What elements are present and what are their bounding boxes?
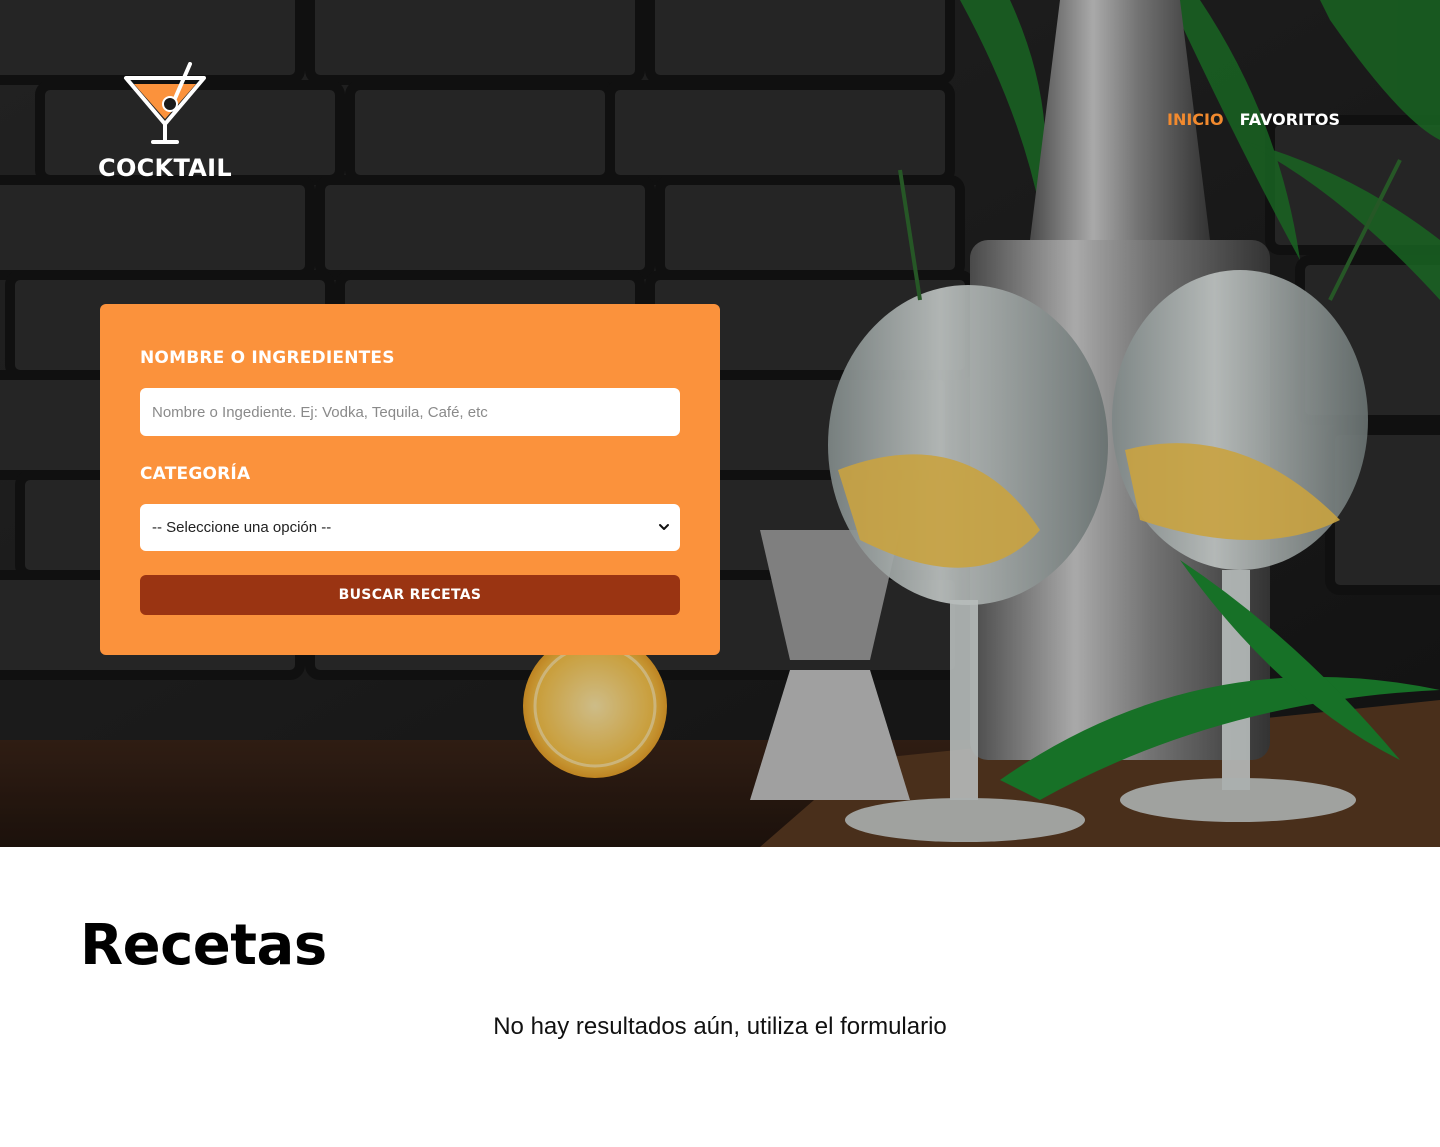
nav-item-favoritos[interactable]: FAVORITOS [1240,110,1340,129]
results-title: Recetas [80,913,327,978]
name-ingredient-input[interactable] [140,388,680,436]
category-field-label: CATEGORÍA [140,464,251,484]
results-section: Recetas No hay resultados aún, utiliza e… [0,847,1440,1147]
chevron-down-icon [659,524,669,530]
category-select[interactable]: -- Seleccione una opción -- [140,504,680,551]
hero-section: COCKTAIL INICIO FAVORITOS NOMBRE O INGRE… [0,0,1440,847]
brand-logo[interactable]: COCKTAIL [98,62,232,182]
main-nav: INICIO FAVORITOS [1167,110,1340,129]
category-selected-value: -- Seleccione una opción -- [152,519,332,536]
cocktail-glass-icon [124,62,206,144]
search-form: NOMBRE O INGREDIENTES CATEGORÍA -- Selec… [100,304,720,655]
empty-results-message: No hay resultados aún, utiliza el formul… [493,1013,947,1040]
nav-item-inicio[interactable]: INICIO [1167,110,1224,129]
search-recipes-button[interactable]: BUSCAR RECETAS [140,575,680,615]
site-header: COCKTAIL INICIO FAVORITOS [0,0,1440,200]
brand-name: COCKTAIL [98,154,232,182]
name-field-label: NOMBRE O INGREDIENTES [140,348,395,368]
